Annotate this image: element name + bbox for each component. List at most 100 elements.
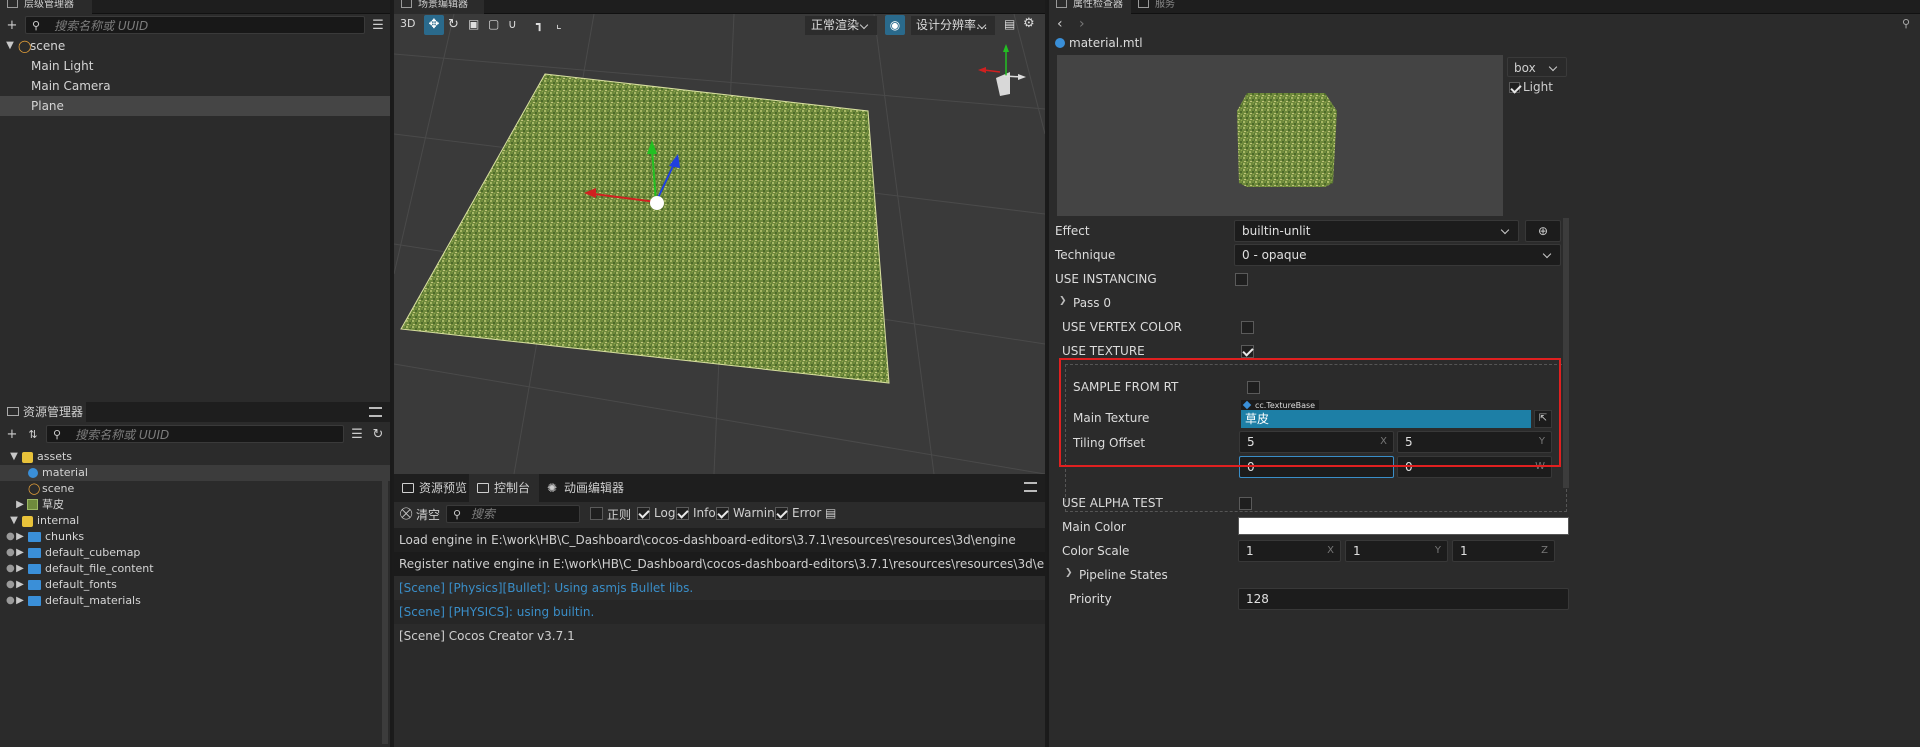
color-scale-y-input[interactable]: 1 Y — [1345, 540, 1448, 562]
asset-folder-default-fonts[interactable]: ● ▶ default_fonts — [0, 577, 390, 593]
pivot-button[interactable]: ┓ — [536, 17, 543, 31]
add-asset-icon[interactable]: + — [4, 426, 20, 442]
tree-node-scene[interactable]: ▼ ◯ scene — [0, 36, 390, 56]
color-scale-z-input[interactable]: 1 Z — [1452, 540, 1555, 562]
color-scale-label: Color Scale — [1062, 544, 1130, 558]
asset-folder-default-file-content[interactable]: ● ▶ default_file_content — [0, 561, 390, 577]
tree-node-main-light[interactable]: Main Light — [0, 56, 390, 76]
tab-console[interactable]: 控制台 — [469, 474, 539, 502]
inspector-scrollbar[interactable] — [1563, 218, 1569, 488]
assets-search-input[interactable]: ⚲ 搜索名称或 UUID — [46, 425, 344, 443]
chevron-down-icon[interactable]: ▼ — [5, 36, 15, 56]
add-node-icon[interactable]: + — [4, 17, 20, 33]
local-global-button[interactable]: ⌞ — [556, 17, 562, 31]
gear-icon[interactable]: ⚙ — [1023, 16, 1035, 31]
list-menu-icon[interactable]: ☰ — [370, 17, 386, 33]
render-mode-select[interactable]: 正常渲染 — [805, 16, 877, 35]
rotate-tool-button[interactable]: ↻ — [448, 17, 459, 32]
asset-folder-assets[interactable]: ▼ assets — [0, 449, 390, 465]
chevron-right-icon[interactable]: ▶ — [15, 593, 25, 609]
tab-asset-preview[interactable]: 资源预览 — [394, 474, 469, 502]
asset-item-grass[interactable]: ▶ 草皮 — [0, 497, 390, 513]
log-entry[interactable]: [Scene] Cocos Creator v3.7.1 — [394, 624, 1045, 648]
material-preview[interactable] — [1057, 55, 1503, 216]
pipeline-states-label[interactable]: Pipeline States — [1079, 568, 1168, 582]
asset-folder-default-materials[interactable]: ● ▶ default_materials — [0, 593, 390, 609]
resolution-select[interactable]: 设计分辨率... — [911, 16, 995, 35]
console-search-input[interactable]: ⚲ 搜索 — [446, 505, 580, 523]
log-entry[interactable]: [Scene] [PHYSICS]: using builtin. — [394, 600, 1045, 624]
mode-3d-toggle[interactable]: 3D — [400, 17, 415, 30]
scale-tool-button[interactable]: ▣ — [468, 17, 479, 31]
main-color-swatch[interactable] — [1238, 517, 1569, 535]
use-alpha-test-checkbox[interactable] — [1239, 497, 1252, 510]
preview-light-checkbox[interactable] — [1509, 82, 1520, 93]
copy-icon[interactable]: ▤ — [825, 506, 836, 520]
asset-folder-internal[interactable]: ▼ internal — [0, 513, 390, 529]
log-entry[interactable]: [Scene] [Physics][Bullet]: Using asmjs B… — [394, 576, 1045, 600]
use-texture-checkbox[interactable] — [1241, 345, 1254, 358]
chevron-right-icon[interactable]: ▶ — [15, 497, 25, 513]
locate-icon[interactable]: ⊕ — [1525, 220, 1561, 242]
chevron-down-icon[interactable]: ❯ — [1059, 296, 1067, 306]
chevron-down-icon[interactable]: ❯ — [1065, 568, 1073, 578]
assets-title: 资源管理器 — [23, 405, 84, 419]
color-scale-x-input[interactable]: 1 X — [1238, 540, 1341, 562]
forward-icon[interactable]: › — [1079, 16, 1085, 32]
list-menu-icon[interactable]: ☰ — [349, 426, 365, 442]
chevron-right-icon[interactable]: ▶ — [15, 529, 25, 545]
clear-icon[interactable]: ⛒ — [400, 506, 412, 521]
regex-checkbox[interactable] — [590, 507, 603, 520]
effect-select[interactable]: builtin-unlit — [1234, 220, 1519, 242]
scene-viewport[interactable] — [394, 14, 1045, 474]
hierarchy-search-input[interactable]: ⚲ 搜索名称或 UUID — [25, 16, 365, 34]
technique-select[interactable]: 0 - opaque — [1234, 244, 1561, 266]
asset-folder-chunks[interactable]: ● ▶ chunks — [0, 529, 390, 545]
tab-services[interactable]: 服务 — [1131, 0, 1191, 14]
info-checkbox[interactable] — [676, 507, 689, 520]
chevron-right-icon[interactable]: ▶ — [15, 545, 25, 561]
tab-animation-editor[interactable]: ✺ 动画编辑器 — [539, 474, 639, 502]
error-checkbox[interactable] — [775, 507, 788, 520]
log-entry[interactable]: Load engine in E:\work\HB\C_Dashboard\co… — [394, 528, 1045, 552]
clear-button[interactable]: 清空 — [416, 506, 440, 523]
magnet-tool-button[interactable]: ∪ — [508, 17, 517, 31]
chevron-down-icon[interactable]: ▼ — [9, 513, 19, 529]
log-checkbox[interactable] — [637, 507, 650, 520]
asset-item-material[interactable]: material — [0, 465, 390, 481]
tab-inspector[interactable]: 属性检查器 — [1049, 0, 1131, 14]
chevron-right-icon[interactable]: ▶ — [15, 561, 25, 577]
pin-icon[interactable]: ⚲ — [1902, 17, 1910, 30]
refresh-icon[interactable]: ↻ — [370, 426, 386, 442]
move-tool-button[interactable]: ✥ — [424, 15, 444, 35]
pass-label[interactable]: Pass 0 — [1073, 296, 1111, 310]
asset-folder-default-cubemap[interactable]: ● ▶ default_cubemap — [0, 545, 390, 561]
scene-editor-icon — [401, 0, 412, 8]
tab-assets[interactable]: 资源管理器 — [0, 402, 86, 422]
camera-icon[interactable]: ▤ — [1004, 17, 1015, 31]
rect-tool-button[interactable]: ▢ — [488, 17, 499, 31]
lock-icon: ● — [6, 531, 15, 542]
console-menu-icon[interactable] — [1024, 482, 1037, 492]
sort-icon[interactable]: ⇅ — [25, 426, 41, 442]
log-entry[interactable]: Register native engine in E:\work\HB\C_D… — [394, 552, 1045, 576]
use-instancing-checkbox[interactable] — [1235, 273, 1248, 286]
tree-node-plane[interactable]: Plane — [0, 96, 390, 116]
asset-item-scene[interactable]: ◯ scene — [0, 481, 390, 497]
preview-mesh-select[interactable]: box — [1507, 57, 1567, 77]
use-vertex-color-checkbox[interactable] — [1241, 321, 1254, 334]
tree-node-main-camera[interactable]: Main Camera — [0, 76, 390, 96]
tab-scene-editor[interactable]: 场景编辑器 — [394, 0, 484, 14]
scene-titlebar: 场景编辑器 — [394, 0, 1045, 14]
assets-menu-icon[interactable] — [369, 407, 382, 417]
light-toggle-icon[interactable]: ◉ — [885, 15, 905, 35]
tab-hierarchy[interactable]: 层级管理器 — [0, 0, 92, 14]
chevron-right-icon[interactable]: ▶ — [15, 577, 25, 593]
warning-checkbox[interactable] — [716, 507, 729, 520]
priority-input[interactable]: 128 — [1238, 588, 1569, 610]
assets-scrollbar[interactable] — [382, 476, 388, 744]
material-file-icon — [1055, 38, 1065, 48]
chevron-down-icon[interactable]: ▼ — [9, 449, 19, 465]
console-log-list: Load engine in E:\work\HB\C_Dashboard\co… — [394, 528, 1045, 648]
back-icon[interactable]: ‹ — [1057, 16, 1063, 32]
